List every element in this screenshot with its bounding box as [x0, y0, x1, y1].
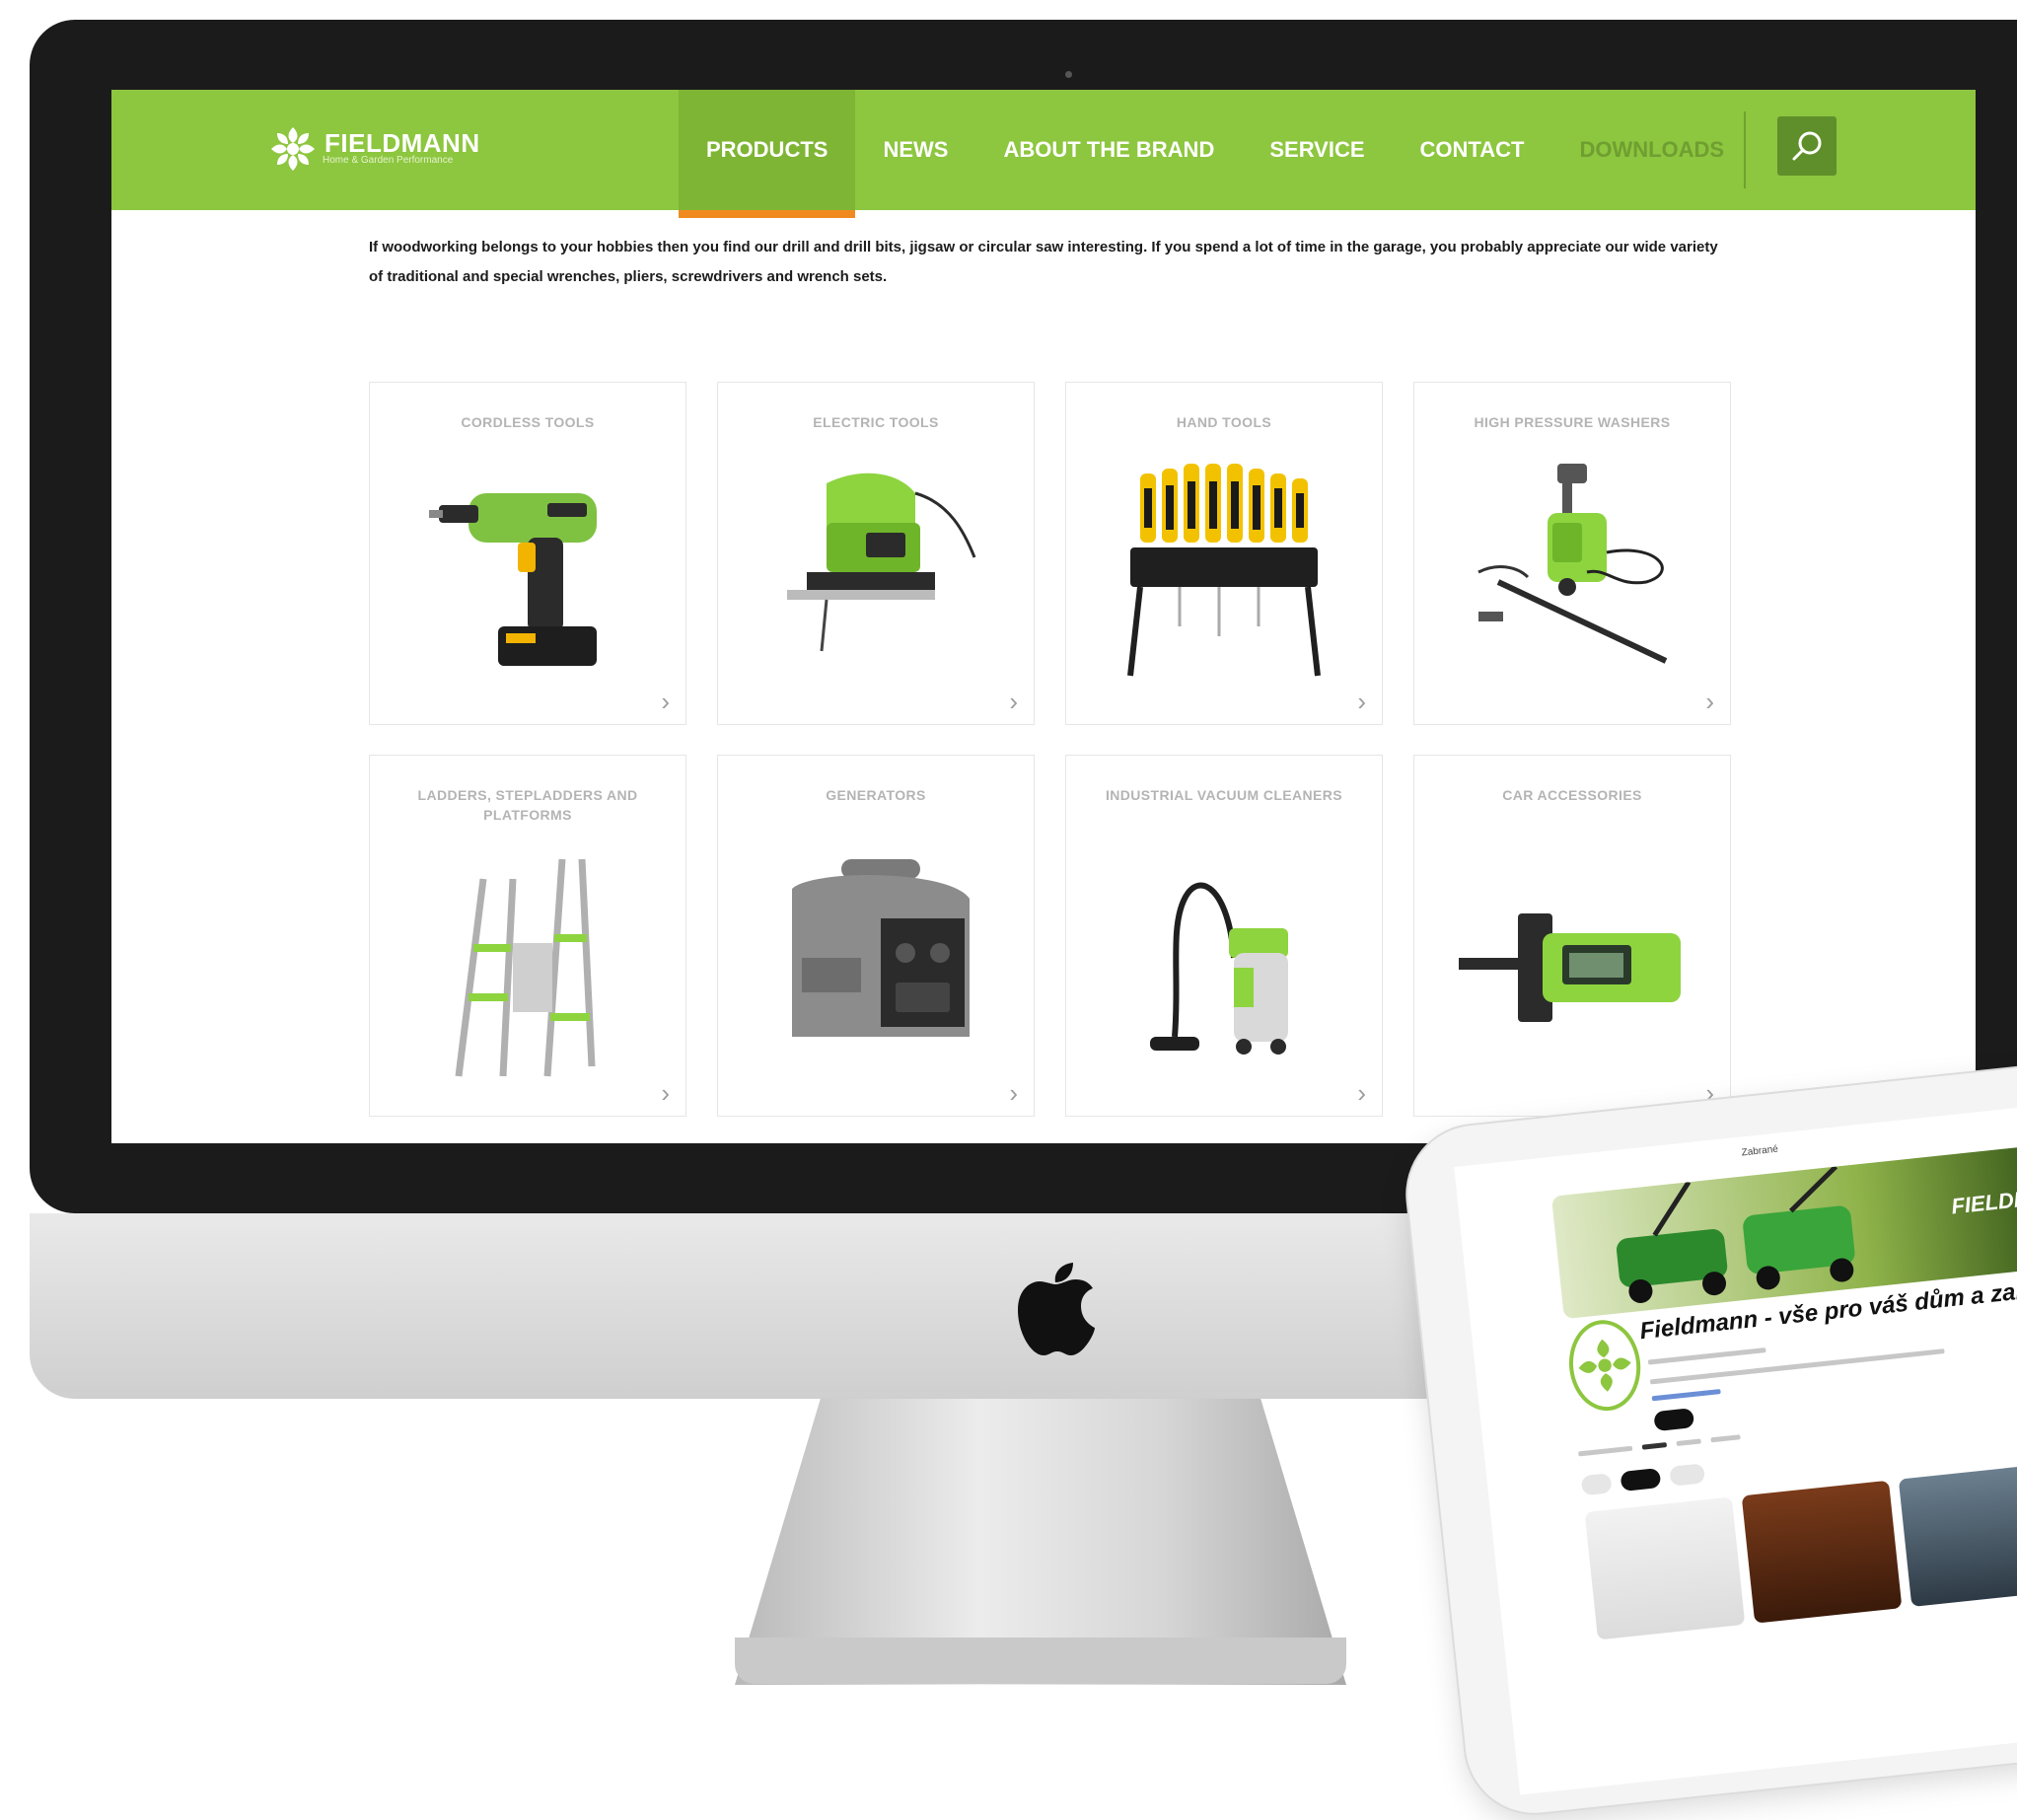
channel-link-line: [1651, 1389, 1721, 1402]
channel-tab-playlists[interactable]: [1710, 1434, 1741, 1443]
nav-downloads[interactable]: DOWNLOADS: [1551, 90, 1752, 210]
chevron-right-icon: ›: [1357, 687, 1366, 716]
category-card-high-pressure-washers[interactable]: HIGH PRESSURE WASHERS ›: [1413, 382, 1731, 725]
cordless-drill-icon: [429, 493, 597, 666]
ladder-icon: [455, 859, 596, 1077]
search-button[interactable]: [1777, 116, 1837, 176]
chevron-right-icon: ›: [1009, 687, 1018, 716]
card-title: ELECTRIC TOOLS: [813, 414, 939, 430]
nav-service[interactable]: SERVICE: [1242, 90, 1392, 210]
search-icon: [1792, 131, 1822, 161]
tablet-screen: Zabrané ▫ ✕ FIELDMA: [1454, 1103, 2017, 1795]
subscribe-button[interactable]: [1653, 1408, 1695, 1432]
nav-products[interactable]: PRODUCTS: [679, 90, 856, 218]
category-card-cordless-tools[interactable]: CORDLESS TOOLS ›: [369, 382, 686, 725]
channel-tab-home[interactable]: [1578, 1445, 1633, 1457]
chevron-right-icon: ›: [1705, 687, 1714, 716]
channel-tab-videos[interactable]: [1641, 1442, 1668, 1450]
card-title: HAND TOOLS: [1176, 414, 1272, 430]
category-card-generators[interactable]: GENERATORS ›: [717, 755, 1035, 1117]
jigsaw-icon: [787, 473, 976, 652]
category-card-industrial-vacuum-cleaners[interactable]: INDUSTRIAL VACUUM CLEANERS ›: [1065, 755, 1383, 1117]
channel-tab-shorts[interactable]: [1676, 1438, 1701, 1447]
tyre-gauge-icon: [1459, 913, 1681, 1022]
nav-contact[interactable]: CONTACT: [1393, 90, 1552, 210]
card-title: LADDERS, STEPLADDERS AND PLATFORMS: [417, 787, 638, 823]
nav-about-the-brand[interactable]: ABOUT THE BRAND: [975, 90, 1242, 210]
video-thumbnail[interactable]: [1741, 1480, 1903, 1624]
category-grid: CORDLESS TOOLS › ELECTRIC TOOLS › HAND T…: [369, 382, 1731, 1117]
vacuum-cleaner-icon: [1150, 882, 1288, 1055]
banner-brand-logo: FIELDMA: [1950, 1184, 2017, 1219]
imac-screen: FIELDMANN Home & Garden Performance PROD…: [111, 90, 1976, 1143]
card-title: CORDLESS TOOLS: [461, 414, 595, 430]
filter-chip-oldest[interactable]: [1669, 1463, 1706, 1487]
brand-tagline: Home & Garden Performance: [323, 155, 454, 166]
screwdriver-set-icon: [1127, 464, 1321, 677]
video-thumbnail[interactable]: [1898, 1464, 2017, 1607]
filter-chip-popular[interactable]: [1620, 1467, 1662, 1492]
filter-chip-latest[interactable]: [1580, 1473, 1613, 1496]
card-title: CAR ACCESSORIES: [1502, 787, 1642, 803]
generator-icon: [792, 859, 970, 1037]
chevron-right-icon: ›: [661, 687, 670, 716]
fieldmann-flower-icon: [271, 127, 315, 171]
lawn-mower-icon: [1616, 1164, 1855, 1303]
chevron-right-icon: ›: [661, 1078, 670, 1108]
category-card-ladders[interactable]: LADDERS, STEPLADDERS AND PLATFORMS ›: [369, 755, 686, 1117]
chevron-right-icon: ›: [1009, 1078, 1018, 1108]
imac-stand-foot: [735, 1638, 1346, 1684]
category-card-car-accessories[interactable]: CAR ACCESSORIES ›: [1413, 755, 1731, 1117]
fieldmann-flower-icon: [1578, 1339, 1631, 1392]
nav-news[interactable]: NEWS: [855, 90, 975, 210]
card-title: GENERATORS: [826, 787, 926, 803]
channel-avatar[interactable]: [1564, 1316, 1645, 1415]
category-card-hand-tools[interactable]: HAND TOOLS ›: [1065, 382, 1383, 725]
brand-name: FIELDMANN: [324, 127, 480, 158]
site-navbar: FIELDMANN Home & Garden Performance PROD…: [111, 90, 1976, 218]
card-title: HIGH PRESSURE WASHERS: [1474, 414, 1671, 430]
intro-text: If woodworking belongs to your hobbies t…: [369, 239, 1718, 285]
apple-logo-icon: [1018, 1263, 1095, 1355]
tablet-device: Zabrané ▫ ✕ FIELDMA: [1401, 1060, 2017, 1820]
video-thumbnail[interactable]: [1584, 1496, 1746, 1640]
category-card-electric-tools[interactable]: ELECTRIC TOOLS ›: [717, 382, 1035, 725]
pressure-washer-icon: [1477, 464, 1668, 664]
channel-meta-line: [1647, 1347, 1766, 1365]
nav-divider: [1744, 111, 1746, 188]
main-menu: PRODUCTS NEWS ABOUT THE BRAND SERVICE CO…: [679, 90, 1752, 218]
camera-icon: [1065, 71, 1072, 78]
chevron-right-icon: ›: [1357, 1078, 1366, 1108]
brand-logo[interactable]: FIELDMANN Home & Garden Performance: [269, 119, 480, 179]
card-title: INDUSTRIAL VACUUM CLEANERS: [1105, 787, 1343, 803]
